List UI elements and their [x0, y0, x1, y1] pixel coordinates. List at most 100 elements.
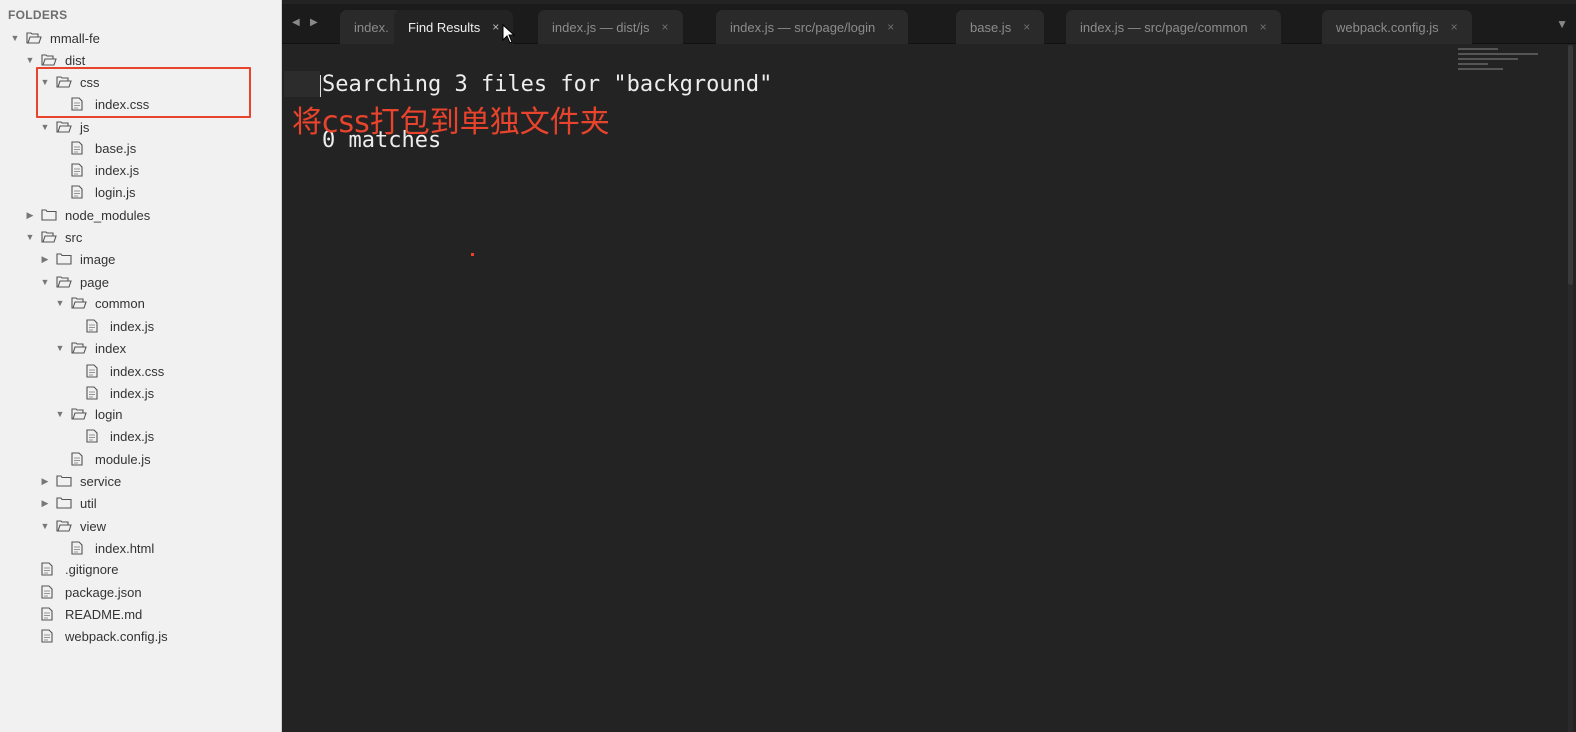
file-icon: [41, 629, 57, 643]
tab[interactable]: webpack.config.js ×: [1322, 10, 1472, 44]
file-icon: [71, 163, 87, 177]
disclosure-open-icon[interactable]: ▼: [40, 122, 50, 132]
file-item[interactable]: index.html: [71, 537, 154, 559]
folder-item[interactable]: ▶ node_modules: [25, 204, 151, 226]
file-icon: [71, 185, 87, 199]
folder-item[interactable]: ▶ util: [40, 492, 97, 514]
find-results-view[interactable]: Searching 3 files for "background" 0 mat…: [282, 45, 1576, 732]
folder-item[interactable]: ▼ common: [55, 292, 145, 314]
tree-item-label: README.md: [65, 606, 143, 622]
vertical-scrollbar[interactable]: [1568, 45, 1573, 732]
folder-item[interactable]: ▶ service: [40, 470, 122, 492]
disclosure-open-icon[interactable]: ▼: [10, 33, 20, 43]
file-item[interactable]: index.js: [86, 315, 154, 337]
tab-label: index.js — src/page/login: [730, 19, 876, 35]
disclosure-open-icon[interactable]: ▼: [40, 277, 50, 287]
folder-item[interactable]: ▼ mmall-fe: [10, 27, 100, 49]
tree-item-label: .gitignore: [65, 561, 119, 577]
tab[interactable]: index.js — src/page/common ×: [1066, 10, 1281, 44]
tree-item-label: src: [65, 229, 83, 245]
disclosure-open-icon[interactable]: ▼: [55, 298, 65, 308]
disclosure-closed-icon[interactable]: ▶: [40, 498, 50, 509]
tab-label: base.js: [970, 19, 1012, 35]
disclosure-open-icon[interactable]: ▼: [25, 232, 35, 242]
folder-open-icon: [56, 275, 72, 289]
tree-item-label: index.html: [95, 540, 155, 556]
minimap[interactable]: [1458, 45, 1558, 105]
tab-label: index.js — dist/js: [552, 19, 650, 35]
tab[interactable]: index.js — src/page/login ×: [716, 10, 909, 44]
tab[interactable]: index.js — dist/js ×: [538, 10, 683, 44]
folder-item[interactable]: ▼ page: [40, 271, 109, 293]
tab-label: index.js — src/page/common: [1080, 19, 1248, 35]
file-icon: [71, 141, 87, 155]
tab-label: webpack.config.js: [1336, 19, 1439, 35]
tree-item-label: dist: [65, 52, 86, 68]
file-icon: [86, 319, 102, 333]
folder-item[interactable]: ▼ view: [40, 515, 106, 537]
file-item[interactable]: .gitignore: [41, 558, 118, 580]
file-item[interactable]: index.js: [86, 382, 154, 404]
folder-item[interactable]: ▼ js: [40, 116, 90, 138]
tab-close-icon[interactable]: ×: [662, 20, 669, 34]
folder-item[interactable]: ▶ image: [40, 248, 116, 270]
tab-dropdown-icon[interactable]: ▼: [1556, 17, 1568, 31]
tree-item-label: js: [80, 119, 90, 135]
file-item[interactable]: package.json: [41, 581, 142, 603]
file-item[interactable]: webpack.config.js: [41, 625, 168, 647]
tab-close-icon[interactable]: ×: [1023, 20, 1030, 34]
mouse-pointer-icon: [502, 24, 516, 44]
folder-open-icon: [71, 296, 87, 310]
tree-item-label: util: [80, 495, 97, 511]
tab-active[interactable]: Find Results ×: [394, 10, 514, 44]
file-item[interactable]: login.js: [71, 181, 135, 203]
folder-item[interactable]: ▼ index: [55, 337, 127, 359]
tree-item-label: index: [95, 340, 127, 356]
tree-item-label: service: [80, 473, 122, 489]
tree-item-label: login.js: [95, 184, 136, 200]
tree-item-label: index.js: [110, 385, 155, 401]
tab-close-icon[interactable]: ×: [887, 20, 894, 34]
tab[interactable]: base.js ×: [956, 10, 1045, 44]
tree-item-label: common: [95, 295, 145, 311]
tree-item-label: module.js: [95, 451, 151, 467]
tree-item-label: index.js: [95, 162, 140, 178]
folders-header: FOLDERS: [8, 8, 68, 22]
disclosure-closed-icon[interactable]: ▶: [25, 210, 35, 221]
annotation-dot: [471, 253, 474, 256]
tree-item-label: webpack.config.js: [65, 628, 168, 644]
disclosure-closed-icon[interactable]: ▶: [40, 254, 50, 265]
tree-item-label: login: [95, 406, 123, 422]
folder-icon: [41, 208, 57, 222]
tree-item-label: page: [80, 274, 109, 290]
file-item[interactable]: index.js: [86, 425, 154, 447]
folder-icon: [56, 496, 72, 510]
disclosure-open-icon[interactable]: ▼: [55, 343, 65, 353]
tab-close-icon[interactable]: ×: [492, 20, 499, 34]
tree-item-label: image: [80, 251, 116, 267]
search-summary-line: Searching 3 files for "background": [322, 72, 773, 97]
file-item[interactable]: base.js: [71, 137, 136, 159]
file-icon: [71, 452, 87, 466]
folder-item[interactable]: ▼ login: [55, 403, 123, 425]
file-icon: [86, 429, 102, 443]
text-cursor: [320, 75, 321, 97]
tab-scroll-left-icon[interactable]: ◀: [292, 17, 300, 28]
tab-close-icon[interactable]: ×: [1451, 20, 1458, 34]
file-item[interactable]: index.css: [86, 360, 164, 382]
tab-scroll-right-icon[interactable]: ▶: [310, 17, 318, 28]
tab-close-icon[interactable]: ×: [1260, 20, 1267, 34]
tab-label: index.: [354, 19, 389, 35]
file-item[interactable]: module.js: [71, 448, 151, 470]
folder-open-icon: [41, 53, 57, 67]
disclosure-open-icon[interactable]: ▼: [40, 521, 50, 531]
disclosure-open-icon[interactable]: ▼: [25, 55, 35, 65]
disclosure-open-icon[interactable]: ▼: [55, 409, 65, 419]
folder-item[interactable]: ▼ src: [25, 226, 83, 248]
file-item[interactable]: index.js: [71, 159, 139, 181]
folder-open-icon: [71, 341, 87, 355]
disclosure-closed-icon[interactable]: ▶: [40, 476, 50, 487]
scrollbar-thumb[interactable]: [1568, 45, 1573, 285]
tree-item-label: base.js: [95, 140, 137, 156]
file-item[interactable]: README.md: [41, 603, 142, 625]
